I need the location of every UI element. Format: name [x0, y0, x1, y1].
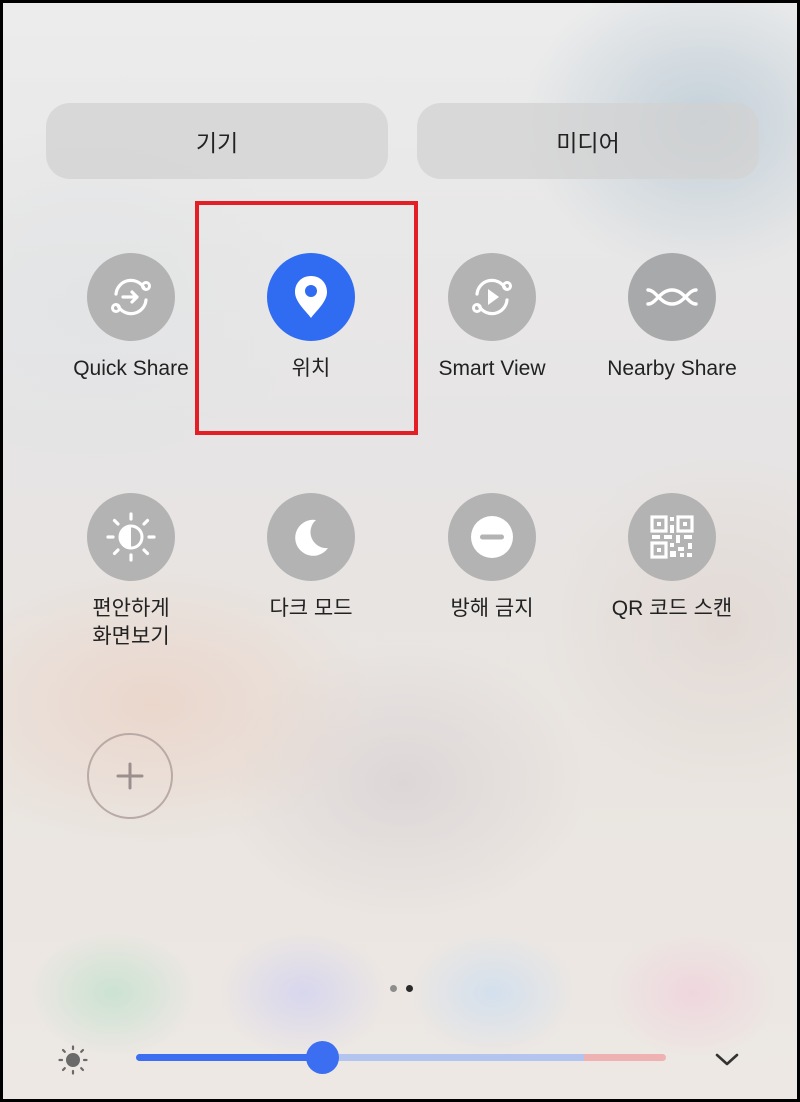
smart-view-icon [472, 278, 512, 316]
qr-scan-label: QR 코드 스캔 [611, 597, 733, 620]
qr-code-icon [650, 515, 694, 559]
nearby-share-label: Nearby Share [607, 357, 737, 380]
dark-mode-moon-icon [295, 519, 328, 556]
tab-devices-label: 기기 [195, 131, 239, 157]
smart-view-label: Smart View [438, 357, 546, 380]
sun-icon [58, 1045, 88, 1075]
chevron-down-icon[interactable] [713, 1049, 741, 1069]
nearby-share-toggle[interactable] [628, 253, 716, 341]
quick-share-label: Quick Share [73, 357, 189, 380]
brightness-slider-warm [584, 1054, 666, 1061]
highlight-box [195, 201, 418, 435]
tab-media[interactable]: 미디어 [417, 103, 759, 179]
quick-share-toggle[interactable] [87, 253, 175, 341]
nearby-share-icon [646, 288, 698, 306]
do-not-disturb-toggle[interactable] [448, 493, 536, 581]
qr-scan-toggle[interactable] [628, 493, 716, 581]
tile-dark-mode[interactable]: 다크 모드 [221, 493, 401, 623]
page-dot-2[interactable] [406, 985, 413, 992]
tile-eye-comfort[interactable]: 편안하게 화면보기 [41, 493, 221, 651]
do-not-disturb-icon [471, 516, 513, 558]
quick-share-icon [111, 278, 151, 316]
brightness-slider-rest [322, 1054, 584, 1061]
brightness-slider[interactable] [136, 1054, 666, 1061]
dark-mode-toggle[interactable] [267, 493, 355, 581]
tab-media-label: 미디어 [556, 131, 620, 157]
smart-view-toggle[interactable] [448, 253, 536, 341]
tile-do-not-disturb[interactable]: 방해 금지 [402, 493, 582, 623]
add-tile-button[interactable] [87, 733, 173, 819]
tile-smart-view[interactable]: Smart View [402, 253, 582, 383]
quick-panel: 기기 미디어 Quick Share 위치 Smart View Nearby … [0, 0, 800, 1102]
eye-comfort-toggle[interactable] [87, 493, 175, 581]
eye-comfort-icon [106, 512, 156, 562]
plus-icon [116, 762, 144, 790]
tab-devices[interactable]: 기기 [46, 103, 388, 179]
brightness-slider-fill [136, 1054, 322, 1061]
tile-nearby-share[interactable]: Nearby Share [582, 253, 762, 383]
page-dot-1[interactable] [390, 985, 397, 992]
tile-quick-share[interactable]: Quick Share [41, 253, 221, 383]
do-not-disturb-label: 방해 금지 [450, 597, 534, 620]
dark-mode-label: 다크 모드 [269, 597, 353, 620]
brightness-slider-thumb[interactable] [306, 1041, 339, 1074]
page-indicator [390, 985, 413, 992]
eye-comfort-label: 편안하게 화면보기 [92, 597, 170, 648]
tile-qr-scan[interactable]: QR 코드 스캔 [582, 493, 762, 623]
